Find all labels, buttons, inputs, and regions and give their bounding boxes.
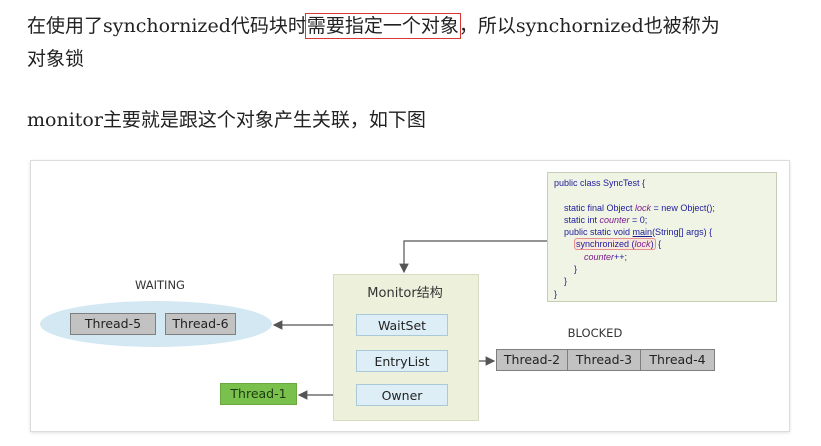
code-text: = new Object(); bbox=[651, 202, 715, 213]
text-before-highlight: 在使用了synchornized代码块时 bbox=[27, 15, 307, 37]
waiting-thread: Thread-6 bbox=[165, 313, 236, 335]
owner-box: Owner bbox=[356, 384, 448, 406]
code-var: lock bbox=[634, 239, 651, 250]
code-text: ++; bbox=[614, 251, 628, 262]
code-text: static final Object bbox=[554, 202, 636, 213]
paragraph-line-1: 在使用了synchornized代码块时需要指定一个对象，所以synchorni… bbox=[27, 10, 720, 42]
blocked-thread: Thread-3 bbox=[567, 349, 641, 371]
highlighted-phrase: 需要指定一个对象 bbox=[304, 13, 461, 39]
code-line-9: } bbox=[554, 288, 558, 299]
blocked-thread: Thread-2 bbox=[496, 349, 568, 371]
code-var: lock bbox=[635, 202, 652, 213]
code-text: static int bbox=[554, 214, 600, 225]
code-var: counter bbox=[599, 214, 630, 225]
code-line-5: synchronized (lock) { bbox=[554, 238, 776, 251]
code-line-3: static int counter = 0; bbox=[554, 214, 776, 226]
code-text: ) bbox=[650, 239, 654, 250]
paragraph-line-2: 对象锁 bbox=[27, 48, 85, 70]
paragraph-line-3: monitor主要就是跟这个对象产生关联，如下图 bbox=[27, 109, 426, 131]
code-text: { bbox=[655, 239, 662, 250]
monitor-diagram: public class SyncTest { static final Obj… bbox=[30, 160, 790, 432]
waitset-box: WaitSet bbox=[356, 314, 448, 336]
code-line-7: } bbox=[554, 264, 578, 275]
code-fn: main bbox=[632, 227, 653, 238]
blocked-thread: Thread-4 bbox=[640, 349, 715, 371]
code-line-6: counter++; bbox=[554, 251, 776, 263]
monitor-title: Monitor结构 bbox=[367, 286, 443, 301]
code-text: public static void bbox=[554, 227, 633, 238]
owner-thread: Thread-1 bbox=[220, 383, 297, 405]
code-to-monitor-arrow bbox=[399, 240, 547, 274]
code-var: counter bbox=[584, 251, 615, 262]
code-line-1: public class SyncTest { bbox=[554, 178, 646, 188]
blocked-label: BLOCKED bbox=[567, 326, 623, 340]
text-after-highlight: ，所以synchornized也被称为 bbox=[458, 15, 720, 37]
waiting-label: WAITING bbox=[135, 278, 185, 292]
code-line-4: public static void main(String[] args) { bbox=[554, 226, 776, 238]
entrylist-box: EntryList bbox=[356, 350, 448, 372]
synchronized-highlight: synchronized (lock) bbox=[574, 238, 656, 251]
code-line-8: } bbox=[554, 276, 568, 287]
code-text: = 0; bbox=[629, 214, 648, 225]
waiting-thread: Thread-5 bbox=[70, 313, 156, 335]
code-line-2: static final Object lock = new Object(); bbox=[554, 202, 776, 214]
code-snippet: public class SyncTest { static final Obj… bbox=[547, 172, 777, 302]
code-text: (String[] args) { bbox=[652, 227, 713, 238]
code-keyword: synchronized ( bbox=[576, 239, 635, 250]
